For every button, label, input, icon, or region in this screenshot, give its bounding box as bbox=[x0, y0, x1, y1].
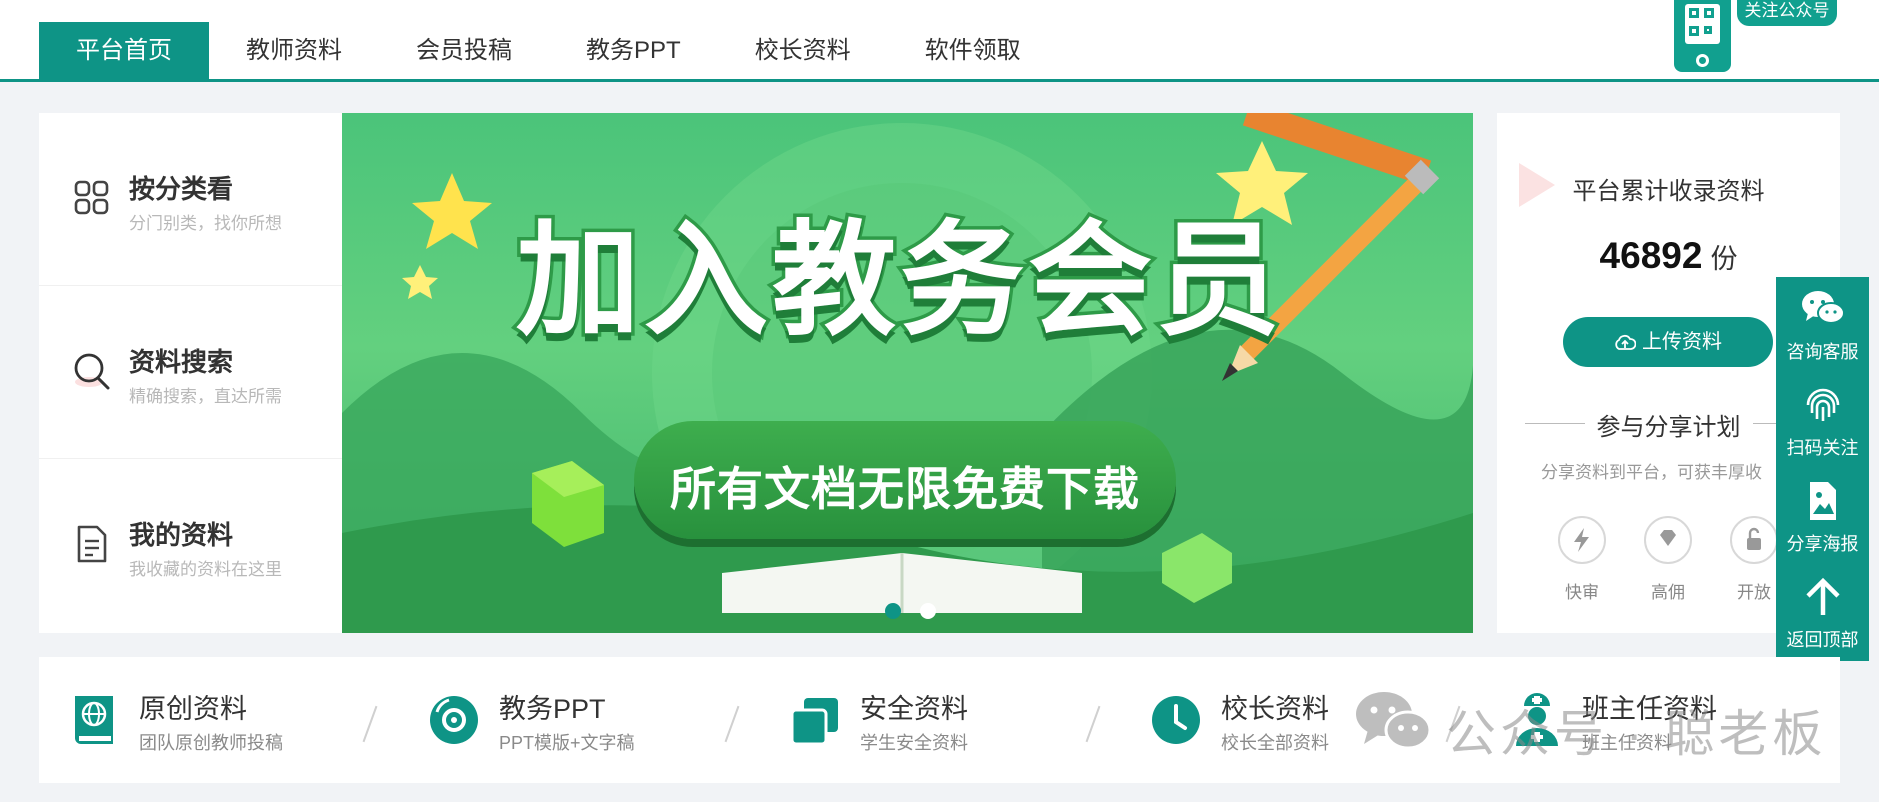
sidebar-consult-button[interactable]: 咨询客服 bbox=[1776, 277, 1869, 373]
nav-item-software[interactable]: 软件领取 bbox=[888, 22, 1058, 79]
category-desc: 团队原创教师投稿 bbox=[139, 733, 283, 753]
category-safety[interactable]: 安全资料 学生安全资料 bbox=[760, 657, 1090, 783]
globe-book-icon bbox=[75, 696, 113, 744]
nav-item-principal-materials[interactable]: 校长资料 bbox=[718, 22, 888, 79]
unlock-icon bbox=[1730, 516, 1778, 564]
disc-icon bbox=[430, 696, 478, 744]
top-nav-bar: 平台首页 教师资料 会员投稿 教务PPT 校长资料 软件领取 关注公众号 bbox=[0, 0, 1879, 82]
phone-qr-icon[interactable] bbox=[1674, 0, 1731, 72]
fingerprint-icon bbox=[1806, 388, 1840, 421]
feature-label-commission: 高佣 bbox=[1651, 583, 1685, 602]
banner-subline: 所有文档无限免费下载 bbox=[670, 462, 1140, 516]
sidebar-poster-button[interactable]: 分享海报 bbox=[1776, 469, 1869, 565]
quick-link-title: 按分类看 bbox=[129, 174, 234, 204]
sidebar-back-to-top-button[interactable]: 返回顶部 bbox=[1776, 565, 1869, 661]
share-plan-desc: 分享资料到平台，可获丰厚收 bbox=[1541, 463, 1762, 482]
nav-item-home[interactable]: 平台首页 bbox=[39, 22, 209, 79]
upload-button[interactable]: 上传资料 bbox=[1563, 317, 1773, 367]
wechat-chat-icon bbox=[1802, 291, 1845, 324]
nav-item-teacher-materials[interactable]: 教师资料 bbox=[209, 22, 379, 79]
document-icon bbox=[77, 525, 107, 563]
carousel-dot-2[interactable] bbox=[920, 603, 936, 619]
quick-link-title: 我的资料 bbox=[129, 520, 234, 550]
diamond-icon bbox=[1644, 516, 1692, 564]
category-grid-icon bbox=[74, 180, 109, 215]
main-nav: 平台首页 教师资料 会员投稿 教务PPT 校长资料 软件领取 bbox=[39, 22, 1058, 79]
nav-item-ppt[interactable]: 教务PPT bbox=[549, 22, 718, 79]
quick-link-desc: 我收藏的资料在这里 bbox=[129, 560, 282, 579]
category-title: 安全资料 bbox=[860, 694, 968, 724]
quick-link-desc: 精确搜索，直达所需 bbox=[129, 387, 282, 406]
carousel-dot-1[interactable] bbox=[885, 603, 901, 619]
feature-label-open: 开放 bbox=[1737, 583, 1771, 602]
watermark-text: 公众号 · 聪老板 bbox=[1446, 706, 1827, 762]
category-title: 教务PPT bbox=[499, 694, 606, 724]
sidebar-label: 返回顶部 bbox=[1786, 630, 1859, 650]
sidebar-follow-button[interactable]: 扫码关注 bbox=[1776, 373, 1869, 469]
sidebar-label: 扫码关注 bbox=[1786, 438, 1859, 458]
category-title: 校长资料 bbox=[1221, 694, 1329, 724]
cloud-upload-icon bbox=[1615, 334, 1636, 350]
quick-link-desc: 分门别类，找你所想 bbox=[129, 214, 282, 233]
member-promo-banner[interactable]: 加入教务会员 所有文档无限免费下载 bbox=[342, 113, 1473, 633]
stats-count: 46892 份 bbox=[1497, 235, 1840, 277]
quick-link-search[interactable]: 资料搜索 精确搜索，直达所需 bbox=[39, 286, 342, 459]
upload-button-label: 上传资料 bbox=[1642, 331, 1722, 353]
banner-headline: 加入教务会员 bbox=[512, 206, 1284, 357]
quick-links-panel: 按分类看 分门别类，找你所想 资料搜索 精确搜索，直达所需 我的资料 我收藏的资… bbox=[39, 113, 342, 633]
stats-count-unit: 份 bbox=[1710, 244, 1738, 274]
category-original[interactable]: 原创资料 团队原创教师投稿 bbox=[39, 657, 369, 783]
sidebar-label: 咨询客服 bbox=[1786, 342, 1859, 362]
stacked-squares-icon bbox=[790, 698, 838, 746]
quick-link-category[interactable]: 按分类看 分门别类，找你所想 bbox=[39, 113, 342, 286]
category-desc: 学生安全资料 bbox=[860, 733, 968, 753]
follow-official-account-tag[interactable]: 关注公众号 bbox=[1737, 0, 1837, 26]
category-title: 原创资料 bbox=[139, 694, 247, 724]
nav-item-member-submit[interactable]: 会员投稿 bbox=[379, 22, 549, 79]
sidebar-label: 分享海报 bbox=[1786, 534, 1859, 554]
search-icon bbox=[74, 353, 110, 390]
stats-title: 平台累计收录资料 bbox=[1572, 178, 1765, 205]
clock-icon bbox=[1152, 696, 1200, 744]
floating-toolbar: 咨询客服 扫码关注 分享海报 返回顶部 bbox=[1776, 277, 1869, 661]
category-desc: PPT模版+文字稿 bbox=[499, 733, 635, 753]
stats-count-number: 46892 bbox=[1599, 235, 1703, 276]
category-desc: 校长全部资料 bbox=[1221, 733, 1329, 753]
quick-link-title: 资料搜索 bbox=[129, 347, 234, 377]
lightning-icon bbox=[1558, 516, 1606, 564]
arrow-up-icon bbox=[1806, 577, 1840, 615]
quick-link-my-materials[interactable]: 我的资料 我收藏的资料在这里 bbox=[39, 459, 342, 632]
watermark: 公众号 · 聪老板 bbox=[1354, 688, 1822, 762]
poster-image-icon bbox=[1810, 482, 1836, 520]
wechat-logo-icon bbox=[1356, 692, 1432, 750]
feature-label-fast: 快审 bbox=[1565, 583, 1599, 602]
category-ppt[interactable]: 教务PPT PPT模版+文字稿 bbox=[399, 657, 729, 783]
